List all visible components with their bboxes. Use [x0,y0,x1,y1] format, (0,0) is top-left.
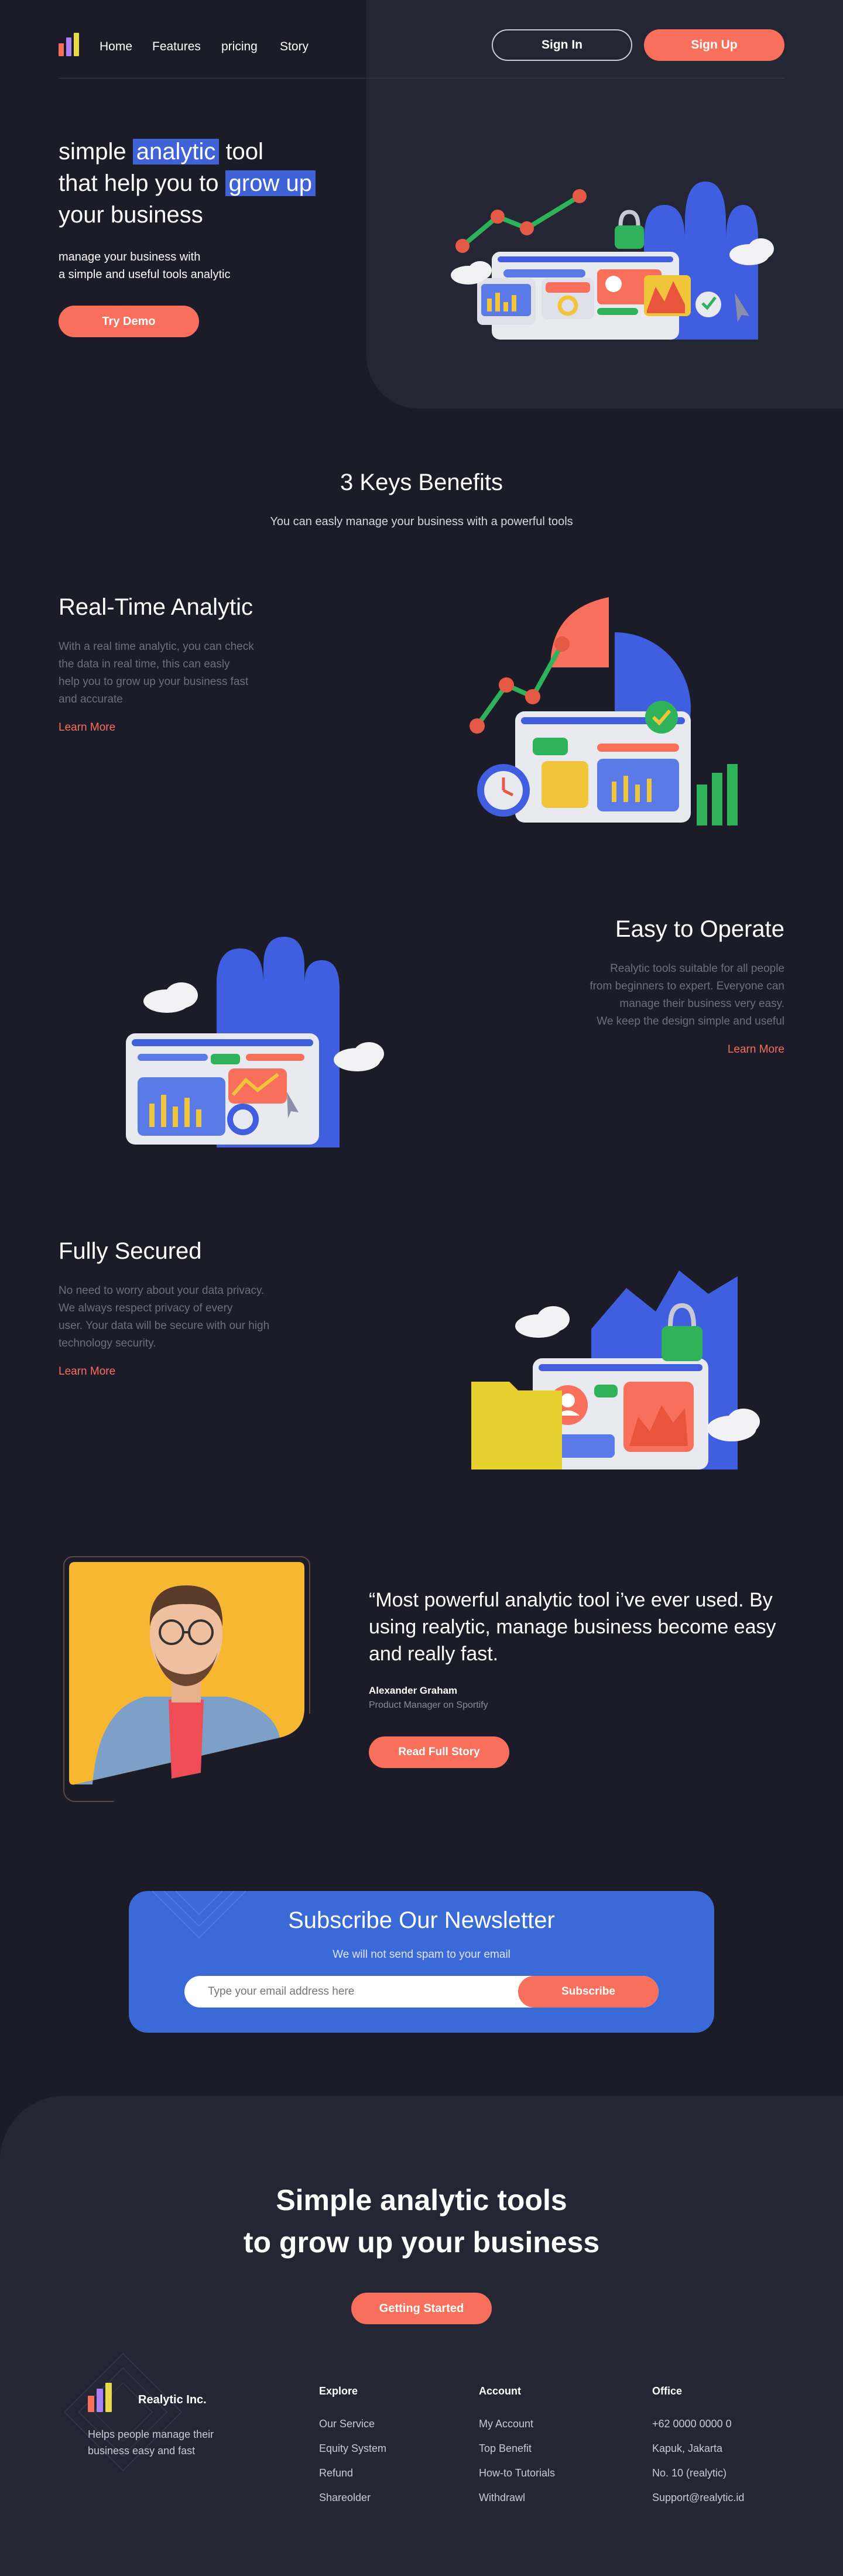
getting-started-button[interactable]: Getting Started [351,2293,492,2324]
cta-heading: Simple analytic tools to grow up your bu… [0,2179,843,2263]
footer-tagline: Helps people manage their business easy … [88,2426,214,2459]
feature-text-line: Realytic tools suitable for all people [610,962,784,975]
footer-tagline-line: business easy and fast [88,2445,196,2457]
feature-text-line: technology security. [59,1337,156,1349]
hero-dashboard-illustration [451,181,774,340]
feature-title-realtime: Real-Time Analytic [59,594,253,620]
benefits-subtitle: You can easly manage your business with … [270,515,573,528]
testimonial-role: Product Manager on Sportify [369,1700,488,1710]
cta-heading-line: Simple analytic tools [276,2184,567,2217]
footer-pattern-icon [64,2352,183,2472]
footer-office-email[interactable]: Support@realytic.id [652,2492,744,2504]
footer-link[interactable]: My Account [479,2418,533,2430]
footer-link[interactable]: Equity System [319,2443,386,2455]
footer-link[interactable]: How-to Tutorials [479,2467,555,2479]
read-full-story-button[interactable]: Read Full Story [369,1736,509,1768]
fully-secured-illustration [471,1270,760,1469]
sign-in-button[interactable]: Sign In [492,29,632,61]
hero-title-text: that help you to [59,170,225,196]
footer-office-city: Kapuk, Jakarta [652,2443,723,2454]
feature-text-secured: No need to worry about your data privacy… [59,1282,328,1352]
feature-text-line: help you to grow up your business fast [59,676,249,688]
footer-tagline-line: Helps people manage their [88,2428,214,2440]
hero-subtitle: manage your business with a simple and u… [59,248,231,283]
feature-text-line: the data in real time, this can easly [59,658,230,670]
subscribe-button[interactable]: Subscribe [518,1976,659,2008]
easy-operate-illustration [126,937,384,1147]
testimonial-name: Alexander Graham [369,1685,458,1696]
feature-text-line: from beginners to expert. Everyone can [590,980,784,992]
footer-office-address: No. 10 (realytic) [652,2467,727,2479]
feature-text-line: We keep the design simple and useful [597,1015,784,1027]
hero-subtitle-line: a simple and useful tools analytic [59,268,231,281]
feature-text-line: With a real time analytic, you can check [59,640,254,653]
footer-link[interactable]: Our Service [319,2418,375,2430]
footer-panel [0,2096,843,2576]
footer-link[interactable]: Top Benefit [479,2443,532,2455]
testimonial-photo [69,1562,304,1785]
footer-office-phone: +62 0000 0000 0 [652,2418,732,2430]
cta-heading-line: to grow up your business [243,2226,600,2259]
feature-text-realtime: With a real time analytic, you can check… [59,638,310,708]
footer-link[interactable]: Shareolder [319,2492,371,2504]
footer-col-title-account: Account [479,2385,521,2397]
feature-text-line: We always respect privacy of every [59,1302,233,1314]
nav-story[interactable]: Story [280,40,309,54]
newsletter-title: Subscribe Our Newsletter [288,1907,555,1933]
footer-logo-icon[interactable] [88,2383,112,2412]
nav-pricing[interactable]: pricing [221,40,258,54]
hero-title-text: your business [59,202,203,228]
footer-col-title-office: Office [652,2385,683,2397]
try-demo-button[interactable]: Try Demo [59,306,199,337]
learn-more-link-easy[interactable]: Learn More [728,1043,784,1056]
learn-more-link-secured[interactable]: Learn More [59,1365,115,1378]
benefits-title: 3 Keys Benefits [340,470,503,495]
feature-text-line: manage their business very easy. [619,998,784,1010]
learn-more-link-realtime[interactable]: Learn More [59,721,115,734]
newsletter-subtitle: We will not send spam to your email [333,1948,510,1961]
feature-text-line: No need to worry about your data privacy… [59,1284,265,1297]
hero-title-text: tool [219,139,263,165]
newsletter-box: Subscribe Our Newsletter We will not sen… [129,1891,714,2033]
hero-title: simple analytic tool that help you to gr… [59,136,316,231]
hero-title-text: simple [59,139,133,165]
feature-title-easy: Easy to Operate [615,916,784,942]
testimonial-quote: “Most powerful analytic tool i’ve ever u… [369,1589,776,1665]
hero-title-highlight: grow up [225,170,316,196]
footer-col-title-explore: Explore [319,2385,358,2397]
nav-home[interactable]: Home [100,40,132,54]
hero-title-highlight: analytic [132,139,220,165]
realtime-analytic-illustration [470,597,738,825]
hero-subtitle-line: manage your business with [59,251,201,263]
nav-features[interactable]: Features [152,40,201,54]
feature-text-line: and accurate [59,693,123,705]
logo-icon[interactable] [59,33,79,56]
feature-text-easy: Realytic tools suitable for all people f… [527,960,784,1030]
footer-link[interactable]: Withdrawl [479,2492,525,2504]
sign-up-button[interactable]: Sign Up [644,29,784,61]
footer-brand: Realytic Inc. [138,2393,207,2406]
feature-text-line: user. Your data will be secure with our … [59,1320,270,1332]
footer-link[interactable]: Refund [319,2467,353,2479]
feature-title-secured: Fully Secured [59,1238,202,1264]
